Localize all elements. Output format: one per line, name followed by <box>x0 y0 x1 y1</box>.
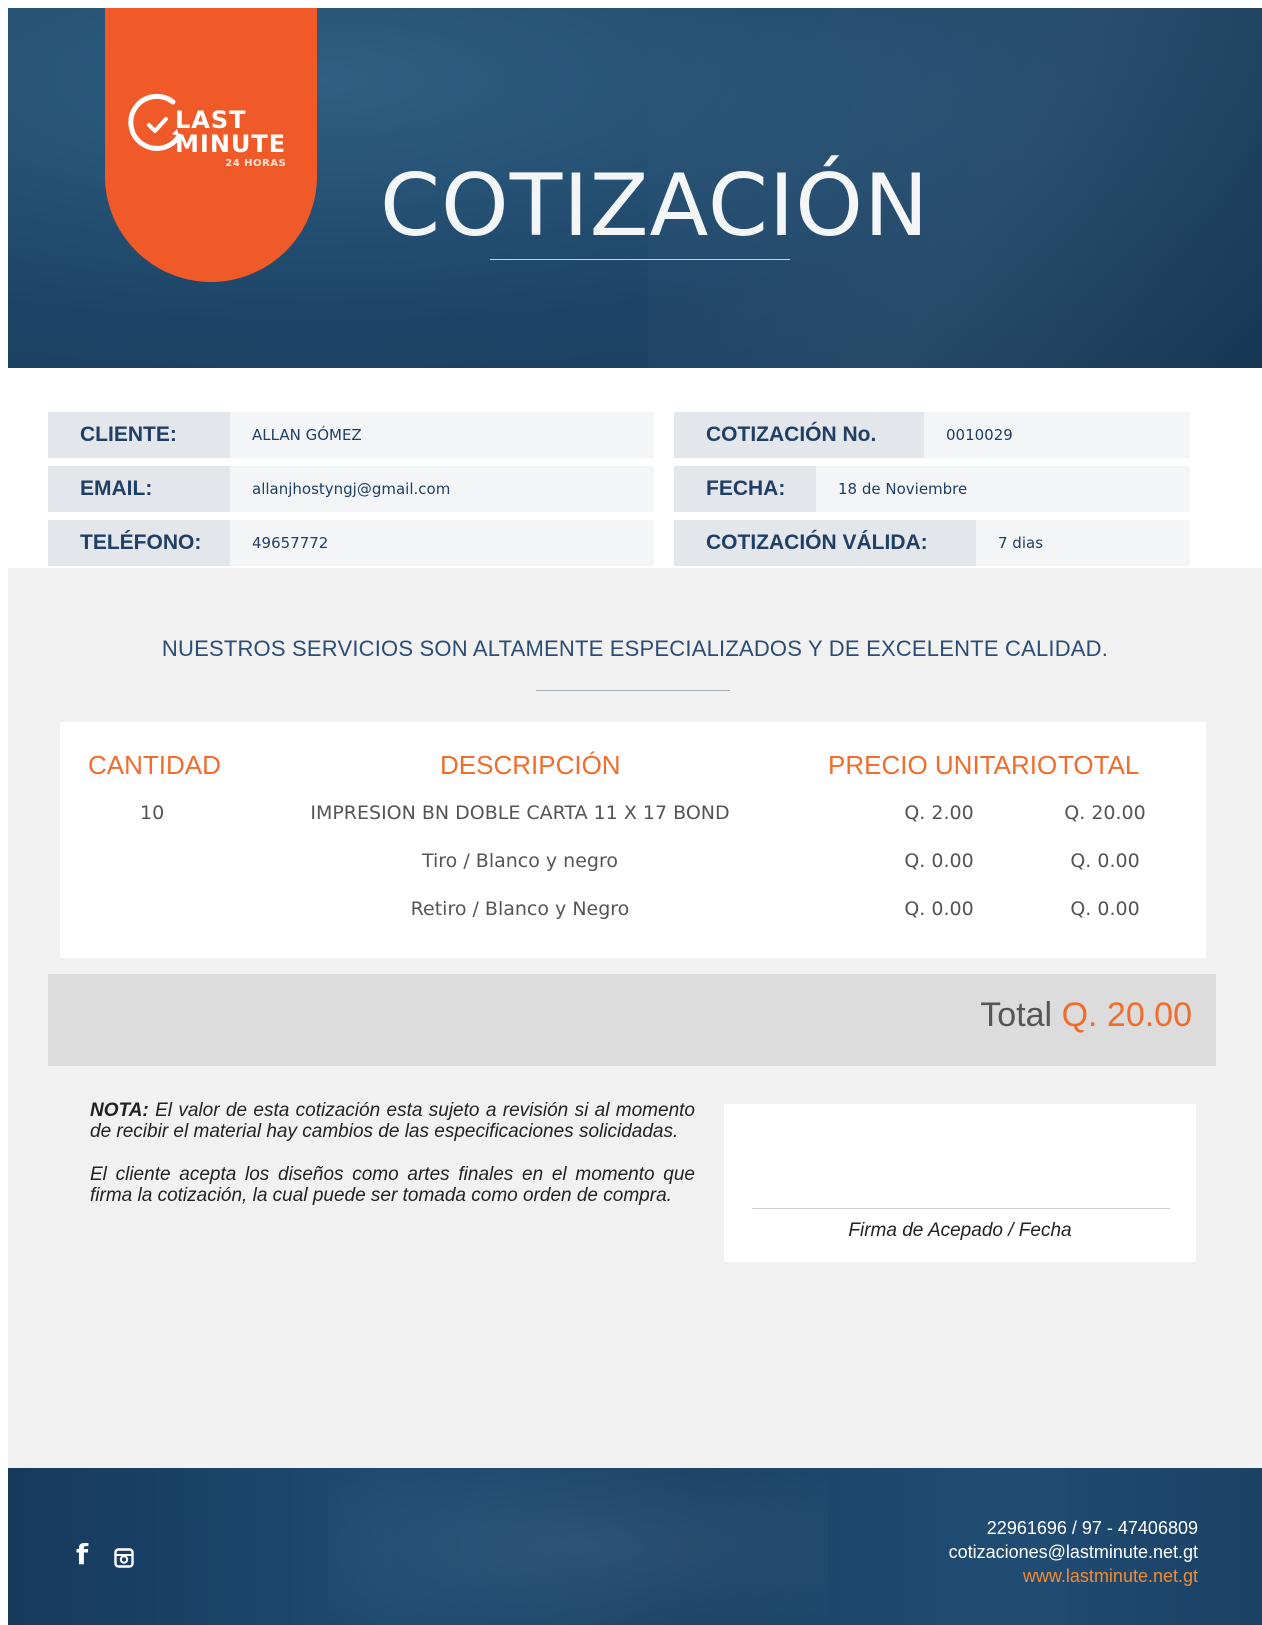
cliente-row: CLIENTE: ALLAN GÓMEZ <box>48 412 654 458</box>
row-descripcion: Retiro / Blanco y Negro <box>410 898 630 920</box>
row-total: Q. 20.00 <box>1064 802 1146 824</box>
email-row: EMAIL: allanjhostyngj@gmail.com <box>48 466 654 512</box>
items-table: CANTIDAD DESCRIPCIÓN PRECIO UNITARIO TOT… <box>60 722 1206 958</box>
email-label: EMAIL: <box>48 466 230 512</box>
header-precio: PRECIO UNITARIO <box>828 750 1058 780</box>
logo-wordmark: LAST MINUTE 24 HORAS <box>175 108 286 169</box>
numero-value: 0010029 <box>924 412 1190 458</box>
footer-website[interactable]: www.lastminute.net.gt <box>949 1564 1198 1588</box>
note-paragraph-1: NOTA: El valor de esta cotización esta s… <box>90 1100 695 1142</box>
row-total: Q. 0.00 <box>1070 898 1140 920</box>
contact-info: 22961696 / 97 - 47406809 cotizaciones@la… <box>949 1516 1198 1588</box>
quote-page: LAST MINUTE 24 HORAS COTIZACIÓN CLIENTE:… <box>0 0 1262 1625</box>
header-descripcion: DESCRIPCIÓN <box>440 750 621 780</box>
header-total: TOTAL <box>1058 750 1140 780</box>
logo-line1: LAST <box>175 106 247 134</box>
row-descripcion: IMPRESION BN DOBLE CARTA 11 X 17 BOND <box>310 802 730 824</box>
tagline-underline <box>536 690 730 691</box>
row-precio: Q. 0.00 <box>904 898 974 920</box>
validez-row: COTIZACIÓN VÁLIDA: 7 dias <box>674 520 1190 566</box>
logo-line3: 24 HORAS <box>225 158 287 169</box>
row-descripcion: Tiro / Blanco y negro <box>421 850 618 872</box>
email-value: allanjhostyngj@gmail.com <box>230 466 654 512</box>
header-cantidad: CANTIDAD <box>88 750 221 780</box>
fecha-value: 18 de Noviembre <box>816 466 1190 512</box>
footer-phone: 22961696 / 97 - 47406809 <box>986 1518 1198 1538</box>
fecha-label: FECHA: <box>674 466 816 512</box>
note-text-1: El valor de esta cotización esta sujeto … <box>90 1100 695 1142</box>
logo-badge: LAST MINUTE 24 HORAS <box>105 8 317 282</box>
signature-line <box>752 1208 1170 1209</box>
footer-glow <box>328 1468 828 1625</box>
facebook-icon[interactable]: f <box>76 1538 88 1571</box>
signature-box: Firma de Acepado / Fecha <box>724 1104 1196 1262</box>
telefono-label: TELÉFONO: <box>48 520 230 566</box>
instagram-icon[interactable] <box>114 1548 134 1568</box>
quote-info: COTIZACIÓN No. 0010029 FECHA: 18 de Novi… <box>674 412 1190 574</box>
signature-label: Firma de Acepado / Fecha <box>848 1220 1072 1241</box>
cliente-label: CLIENTE: <box>48 412 230 458</box>
total-label: Total <box>980 996 1053 1034</box>
total-amount: Q. 20.00 <box>1061 996 1192 1034</box>
row-precio: Q. 2.00 <box>904 802 974 824</box>
telefono-row: TELÉFONO: 49657772 <box>48 520 654 566</box>
row-total: Q. 0.00 <box>1070 850 1140 872</box>
telefono-value: 49657772 <box>230 520 654 566</box>
logo-line2: MINUTE <box>175 130 287 158</box>
row-precio: Q. 0.00 <box>904 850 974 872</box>
numero-row: COTIZACIÓN No. 0010029 <box>674 412 1190 458</box>
header-banner: LAST MINUTE 24 HORAS COTIZACIÓN <box>8 8 1262 368</box>
footer-email[interactable]: cotizaciones@lastminute.net.gt <box>949 1540 1198 1564</box>
total-band: Total Q. 20.00 <box>48 974 1216 1066</box>
validez-label: COTIZACIÓN VÁLIDA: <box>674 520 976 566</box>
client-info: CLIENTE: ALLAN GÓMEZ EMAIL: allanjhostyn… <box>48 412 654 574</box>
document-title: COTIZACIÓN <box>380 156 930 256</box>
validez-value: 7 dias <box>976 520 1190 566</box>
title-underline <box>490 259 790 260</box>
cliente-value: ALLAN GÓMEZ <box>230 412 654 458</box>
tagline: NUESTROS SERVICIOS SON ALTAMENTE ESPECIA… <box>161 636 1109 661</box>
total-summary: Total Q. 20.00 <box>980 996 1192 1035</box>
numero-label: COTIZACIÓN No. <box>674 412 924 458</box>
note-label: NOTA: <box>90 1100 149 1121</box>
footer: f 22961696 / 97 - 47406809 cotizaciones@… <box>8 1468 1262 1625</box>
fecha-row: FECHA: 18 de Noviembre <box>674 466 1190 512</box>
row-cantidad: 10 <box>140 802 165 824</box>
note-block: NOTA: El valor de esta cotización esta s… <box>90 1100 695 1228</box>
note-paragraph-2: El cliente acepta los diseños como artes… <box>90 1164 695 1206</box>
